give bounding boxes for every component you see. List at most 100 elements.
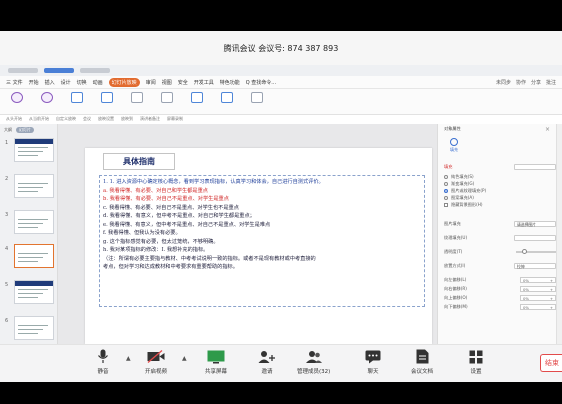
meeting-docs-button[interactable]: 会议文档 xyxy=(411,349,433,375)
ribbon-button[interactable] xyxy=(126,92,148,105)
offset-input[interactable]: 0% + xyxy=(520,286,556,292)
outline-tab[interactable]: 大纲 xyxy=(4,127,12,133)
wps-tab-strip xyxy=(0,65,562,76)
thumbnail-bar xyxy=(15,281,53,286)
stepper-icon[interactable]: + xyxy=(550,278,553,283)
slide-text-line: 考点，但对学习和达成教材和中考要求有重要帮助的指标。 xyxy=(103,264,238,270)
checkbox[interactable] xyxy=(444,203,448,207)
offset-input[interactable]: 0% + xyxy=(520,277,556,283)
transparency-slider[interactable] xyxy=(516,249,556,254)
slide-thumbnail[interactable] xyxy=(14,244,54,268)
menu-item[interactable]: 审阅 xyxy=(146,79,156,86)
ribbon-label[interactable]: 放映设置 xyxy=(98,116,114,122)
ribbon-button[interactable] xyxy=(66,92,88,105)
slide-thumbnail[interactable] xyxy=(14,174,54,198)
chat-button[interactable]: 聊天 xyxy=(364,349,382,375)
menu-item[interactable]: 视图 xyxy=(162,79,172,86)
menu-item[interactable]: 三 文件 xyxy=(6,79,23,86)
ribbon-button[interactable] xyxy=(186,92,208,105)
menu-right-item[interactable]: 协作 xyxy=(516,79,526,86)
chevron-up-icon[interactable]: ▲ xyxy=(182,355,187,362)
wps-doc-tab-active[interactable] xyxy=(44,68,74,73)
ribbon-button[interactable] xyxy=(36,92,58,105)
menu-item[interactable]: 开始 xyxy=(29,79,39,86)
ribbon-label[interactable]: 会议 xyxy=(83,116,91,122)
fill-option-label: 纯色填充(S) xyxy=(451,174,474,179)
menu-item[interactable]: 动画 xyxy=(93,79,103,86)
slide-thumbnail[interactable] xyxy=(14,316,54,340)
mute-button[interactable]: 静音 xyxy=(94,349,112,375)
radio-button[interactable] xyxy=(444,182,448,186)
ribbon-label[interactable]: 放映到 xyxy=(121,116,133,122)
menu-item[interactable]: 设计 xyxy=(61,79,71,86)
ribbon-button[interactable] xyxy=(246,92,268,105)
slider-knob[interactable] xyxy=(522,249,527,254)
ribbon-label[interactable]: 从头开始 xyxy=(6,116,22,122)
slides-tab[interactable]: 幻灯片 xyxy=(16,127,34,133)
radio-button[interactable] xyxy=(444,196,448,200)
fill-tab[interactable]: 填充 xyxy=(446,138,462,153)
fill-select[interactable] xyxy=(514,164,556,170)
ribbon-label[interactable]: 自定义放映 xyxy=(56,116,76,122)
menu-item[interactable]: 开发工具 xyxy=(194,79,214,86)
picture-fill-select[interactable]: 请选择图片 xyxy=(514,221,556,227)
ribbon-button[interactable] xyxy=(216,92,238,105)
share-screen-label: 共享屏幕 xyxy=(205,369,228,375)
radio-button[interactable] xyxy=(444,175,448,179)
offset-input[interactable]: 0% + xyxy=(520,295,556,301)
stepper-icon[interactable]: + xyxy=(550,305,553,310)
picture-fill-row: 图片填充 请选择图片 xyxy=(444,221,556,227)
picture-fill-label: 图片填充 xyxy=(444,221,461,226)
thumbnail-line xyxy=(18,219,48,220)
ribbon-button[interactable] xyxy=(96,92,118,105)
ribbon-label[interactable]: 屏幕录制 xyxy=(167,116,183,122)
wps-doc-tab[interactable] xyxy=(8,68,38,73)
menu-right-item[interactable]: 批注 xyxy=(546,79,556,86)
menu-item[interactable]: 特色功能 xyxy=(220,79,240,86)
slide[interactable]: 具体指南 1. 1. 进入资源中心确定核心概念，看到学习表现指标，认真学习和体会… xyxy=(85,148,432,344)
offset-input[interactable]: 0% + xyxy=(520,304,556,310)
menu-item[interactable]: 安全 xyxy=(178,79,188,86)
wps-doc-tab[interactable] xyxy=(80,68,110,73)
slide-thumbnail[interactable] xyxy=(14,210,54,234)
close-icon[interactable]: × xyxy=(545,126,550,133)
menu-item[interactable]: Q 查找命令... xyxy=(246,79,276,86)
share-screen-icon xyxy=(207,349,225,364)
menu-item[interactable]: 幻灯片放映 xyxy=(108,77,140,87)
share-screen-button[interactable]: 共享屏幕 xyxy=(205,349,227,375)
fill-option-label: 图案填充(A) xyxy=(451,195,474,200)
stepper-icon[interactable]: + xyxy=(550,296,553,301)
invite-button[interactable]: 邀请 xyxy=(258,349,276,375)
manage-members-button[interactable]: 管理成员(32) xyxy=(297,349,330,375)
slide-canvas: 具体指南 1. 1. 进入资源中心确定核心概念，看到学习表现指标，认真学习和体会… xyxy=(58,124,437,344)
thumbnail-number: 6 xyxy=(5,318,9,324)
thumbnail-number: 1 xyxy=(5,140,9,146)
settings-button[interactable]: 设置 xyxy=(467,349,485,375)
menu-right-item[interactable]: 未同步 xyxy=(496,79,511,86)
radio-button[interactable] xyxy=(444,189,448,193)
chat-icon xyxy=(364,349,382,364)
thumbnail-line xyxy=(18,329,43,330)
screen: 腾讯会议 会议号: 874 387 893 三 文件 开始 插入 设计 切换 动画 幻灯片放… xyxy=(0,0,562,404)
video-button[interactable]: 开启视频 xyxy=(145,349,167,375)
menu-item[interactable]: 切换 xyxy=(77,79,87,86)
placement-select[interactable]: 拉伸 xyxy=(514,263,556,269)
slide-title[interactable]: 具体指南 xyxy=(103,153,175,170)
ribbon-button[interactable] xyxy=(156,92,178,105)
offset-value: 0% xyxy=(523,287,530,292)
end-meeting-button[interactable]: 结束 xyxy=(540,354,562,372)
ribbon-label[interactable]: 从当前开始 xyxy=(29,116,49,122)
thumbnail-line xyxy=(18,191,38,192)
thumbnail-line xyxy=(18,289,48,290)
slide-thumbnail[interactable] xyxy=(14,280,54,304)
thumbnail-line xyxy=(18,253,48,254)
slide-thumbnail[interactable] xyxy=(14,138,54,162)
texture-select[interactable] xyxy=(514,235,556,241)
ribbon-label[interactable]: 演讲者备注 xyxy=(140,116,160,122)
menu-item[interactable]: 插入 xyxy=(45,79,55,86)
ribbon-button[interactable] xyxy=(6,92,28,105)
menu-right-item[interactable]: 分享 xyxy=(531,79,541,86)
chevron-up-icon[interactable]: ▲ xyxy=(126,355,131,362)
slide-text-box[interactable]: 1. 1. 进入资源中心确定核心概念，看到学习表现指标，认真学习和体会，自己进行… xyxy=(99,175,425,307)
stepper-icon[interactable]: + xyxy=(550,287,553,292)
